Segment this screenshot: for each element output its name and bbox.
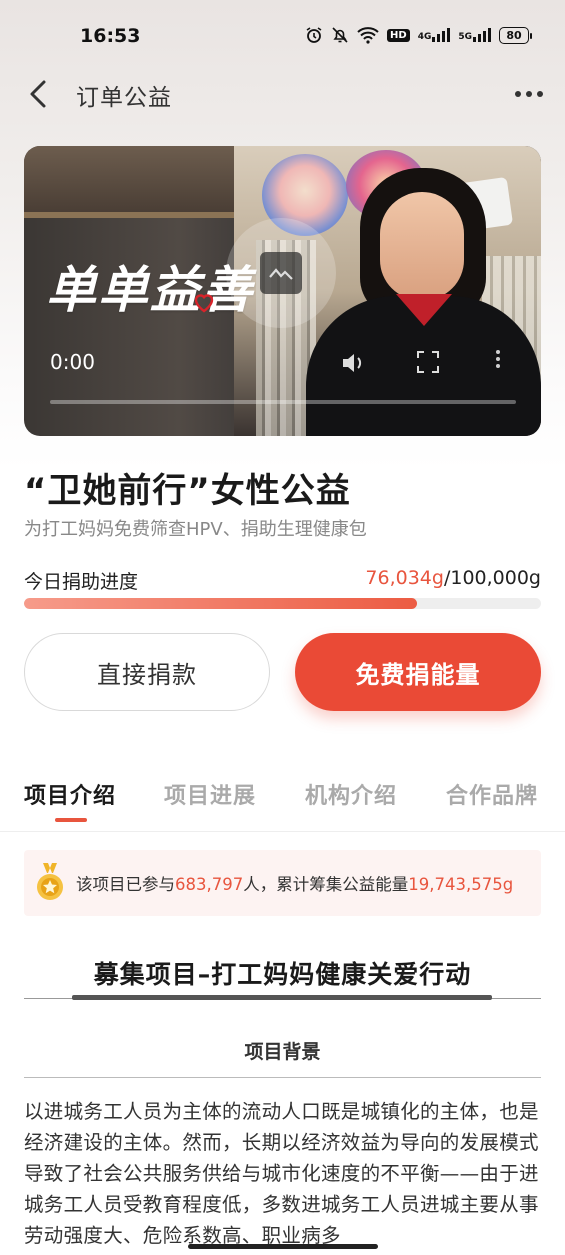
loading-icon: [260, 252, 302, 294]
play-button[interactable]: [226, 218, 336, 328]
video-player[interactable]: 单单益善 0:00: [24, 146, 541, 436]
more-button[interactable]: [507, 76, 551, 112]
stats-text: 该项目已参与683,797人，累计筹集公益能量19,743,575g: [76, 871, 513, 895]
direct-donate-button[interactable]: 直接捐款: [24, 633, 270, 711]
mute-icon: [332, 27, 348, 43]
medal-icon: [37, 863, 63, 900]
volume-icon[interactable]: [340, 350, 366, 376]
stats-prefix: 该项目已参与: [76, 875, 175, 894]
video-progress-bar[interactable]: [50, 400, 516, 404]
status-bar: 16:53 HD 4G 5G 80: [0, 0, 565, 70]
tab-partner-brands[interactable]: 合作品牌: [446, 778, 538, 810]
status-time: 16:53: [80, 25, 141, 47]
back-button[interactable]: [18, 74, 58, 114]
donate-energy-button[interactable]: 免费捐能量: [295, 633, 541, 711]
alarm-icon: [306, 27, 322, 43]
net2-label: 5G: [458, 32, 472, 42]
progress-current: 76,034g: [365, 567, 444, 589]
page-title: 订单公益: [76, 85, 172, 111]
battery-icon: 80: [499, 26, 532, 44]
body-paragraph: 以进城务工人员为主体的流动人口既是城镇化的主体，也是经济建设的主体。然而，长期以…: [24, 1100, 539, 1247]
more-dot-icon: [526, 91, 532, 97]
energy-total: 19,743,575g: [408, 875, 514, 894]
section-title: 募集项目–打工妈妈健康关爱行动: [93, 960, 472, 989]
project-subtitle: 为打工妈妈免费筛查HPV、捐助生理健康包: [24, 519, 367, 540]
hd-icon: HD: [387, 28, 410, 42]
video-frame-shelf: [24, 146, 234, 218]
video-time: 0:00: [50, 350, 95, 374]
home-indicator[interactable]: [188, 1244, 378, 1249]
nav-bar: 订单公益: [0, 70, 565, 116]
heart-icon: [194, 294, 214, 313]
donation-progress-bar: [24, 598, 541, 609]
video-menu-button[interactable]: [496, 350, 500, 368]
participants-count: 683,797: [175, 875, 244, 894]
menu-dot-icon: [496, 350, 500, 354]
video-logo-text: 单单益善: [46, 260, 254, 319]
section-underline: [72, 995, 492, 1000]
4g-signal-icon: 4G: [418, 28, 451, 42]
menu-dot-icon: [496, 357, 500, 361]
stats-middle: 人，累计筹集公益能量: [243, 875, 409, 894]
wifi-icon: [357, 27, 379, 44]
tab-organization[interactable]: 机构介绍: [305, 778, 397, 810]
net1-label: 4G: [417, 32, 432, 42]
tab-project-progress[interactable]: 项目进展: [164, 778, 256, 810]
progress-total: /100,000g: [443, 567, 541, 589]
tab-indicator: [55, 818, 87, 822]
battery-level: 80: [506, 28, 522, 42]
subsection-title: 项目背景: [244, 1041, 321, 1063]
stats-banner: 该项目已参与683,797人，累计筹集公益能量19,743,575g: [24, 850, 541, 916]
progress-value: 76,034g/100,000g: [365, 567, 541, 589]
menu-dot-icon: [496, 364, 500, 368]
project-title: “卫她前行”女性公益: [24, 471, 351, 511]
tab-project-intro[interactable]: 项目介绍: [24, 778, 116, 810]
chevron-left-icon: [30, 80, 46, 108]
donation-progress-fill: [24, 598, 418, 609]
5g-signal-icon: 5G: [458, 28, 491, 42]
more-dot-icon: [537, 91, 543, 97]
progress-label: 今日捐助进度: [24, 571, 139, 593]
status-icons: HD 4G 5G 80: [305, 26, 532, 44]
subsection-divider: [24, 1077, 541, 1078]
tab-bar: 项目介绍 项目进展 机构介绍 合作品牌: [0, 770, 565, 832]
more-dot-icon: [515, 91, 521, 97]
fullscreen-icon[interactable]: [416, 350, 440, 374]
video-frame-person-face: [380, 192, 464, 300]
